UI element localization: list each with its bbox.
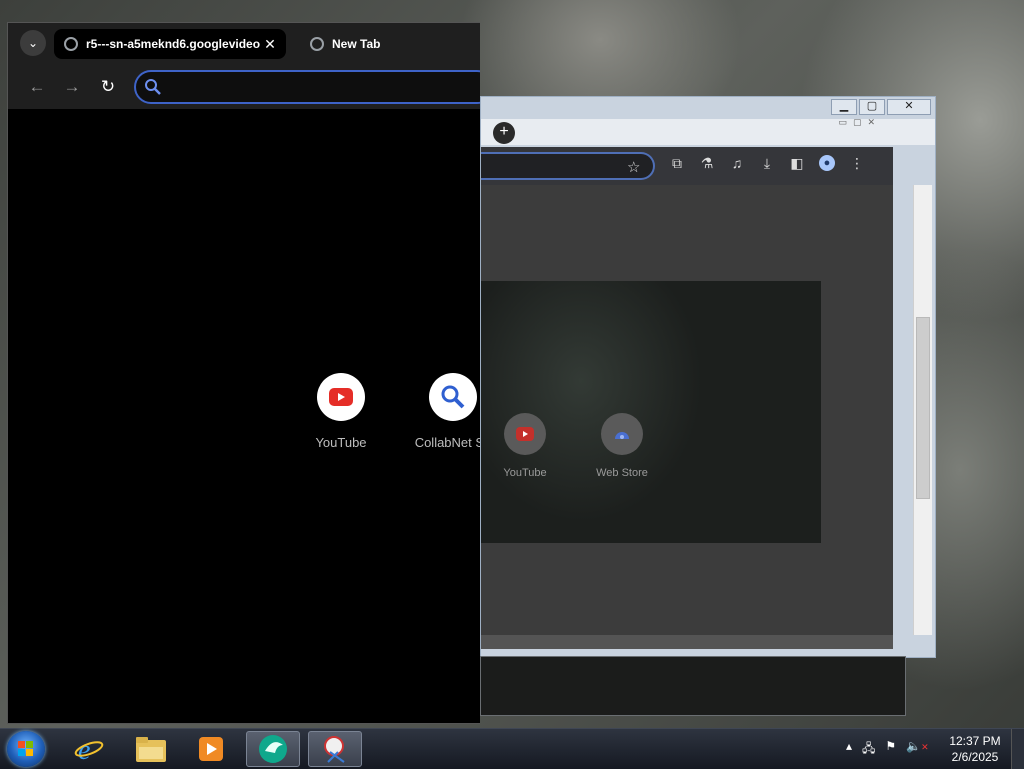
shortcut-web-store[interactable]: Web Store (587, 413, 657, 479)
new-tab-button[interactable]: + (493, 122, 515, 144)
webstore-icon (601, 413, 643, 455)
search-icon (429, 373, 477, 421)
shortcut-label: CollabNet Se (414, 435, 480, 450)
action-center-flag-icon[interactable]: ⚑ (885, 739, 896, 760)
back-arrow-icon[interactable]: ← (26, 77, 48, 99)
video-overlay (481, 281, 821, 543)
chevron-down-icon: ⌄ (27, 36, 39, 50)
toolbar-icons: ⧉ ⚗ ♫ ⤓ ◧ ● ⋮ (669, 155, 865, 171)
media-player-icon (199, 737, 223, 761)
browser-taskbar-button[interactable] (246, 731, 300, 767)
close-icon[interactable]: ✕ (867, 117, 875, 128)
media-control-icon[interactable]: ♫ (729, 155, 745, 171)
clock-time: 12:37 PM (949, 734, 1001, 748)
system-tray: ▴ 🖧 ⚑ 🔈✕ (846, 739, 929, 760)
tab-googlevideo[interactable]: r5---sn-a5meknd6.googlevideo ✕ (54, 29, 286, 59)
maximize-button[interactable]: ▢ (859, 99, 885, 115)
address-bar[interactable]: ☆ (481, 152, 655, 180)
background-window-footer (480, 656, 906, 716)
close-tab-icon[interactable]: ✕ (260, 36, 280, 53)
toolbar: ☆ ⧉ ⚗ ♫ ⤓ ◧ ● ⋮ (481, 147, 893, 185)
horizontal-scrollbar[interactable] (481, 635, 893, 649)
snipping-tool-icon (324, 736, 345, 763)
search-icon (144, 78, 162, 101)
shortcut-collabnet[interactable]: CollabNet Se (408, 373, 480, 450)
new-tab-page: YouTube Web Store (481, 185, 893, 635)
extensions-icon[interactable]: ⧉ (669, 155, 685, 171)
internet-explorer-icon: e (74, 735, 104, 764)
shortcut-label: YouTube (503, 467, 547, 479)
show-hidden-icons-icon[interactable]: ▴ (846, 739, 852, 760)
minimize-button[interactable]: ▁ (831, 99, 857, 115)
minimize-icon[interactable]: ▭ (838, 117, 847, 128)
clock[interactable]: 12:37 PM 2/6/2025 (940, 733, 1010, 765)
forward-arrow-icon[interactable]: → (61, 77, 83, 99)
network-icon[interactable]: 🖧 (862, 739, 875, 760)
shortcut-youtube[interactable]: YouTube (296, 373, 386, 450)
globe-icon (64, 37, 78, 51)
vertical-scrollbar[interactable] (913, 185, 932, 635)
youtube-icon (317, 373, 365, 421)
window-caption-buttons: ▁ ▢ ✕ (831, 99, 931, 115)
snipping-tool-taskbar-button[interactable] (308, 731, 362, 767)
internet-explorer-taskbar-button[interactable]: e (62, 731, 116, 767)
tab-search-button[interactable]: ⌄ (20, 30, 46, 56)
reload-icon[interactable]: ↻ (97, 77, 119, 99)
toolbar: ← → ↻ (8, 65, 480, 109)
file-explorer-taskbar-button[interactable] (124, 731, 178, 767)
labs-flask-icon[interactable]: ⚗ (699, 155, 715, 171)
start-button[interactable] (7, 731, 45, 767)
folder-icon (136, 737, 166, 762)
volume-muted-icon[interactable]: 🔈✕ (906, 739, 929, 760)
shortcut-youtube[interactable]: YouTube (490, 413, 560, 479)
browser-window[interactable]: ⌄ r5---sn-a5meknd6.googlevideo ✕ New Tab… (7, 22, 480, 724)
shortcut-label: Web Store (596, 467, 648, 479)
show-desktop-button[interactable] (1011, 729, 1024, 769)
menu-kebab-icon[interactable]: ⋮ (849, 155, 865, 171)
address-bar[interactable] (134, 70, 480, 104)
tab-strip: ⌄ r5---sn-a5meknd6.googlevideo ✕ New Tab (8, 23, 480, 65)
taskbar: e ▴ 🖧 ⚑ 🔈✕ 12:37 PM 2/6/2025 (0, 728, 1024, 769)
background-browser-window[interactable]: ▁ ▢ ✕ + ▭ ▢ ✕ ☆ ⧉ ⚗ ♫ ⤓ ◧ ● ⋮ YouTube We… (480, 96, 936, 658)
omnibox-input[interactable] (170, 76, 474, 100)
windows-logo-icon (18, 741, 34, 757)
svg-text:e: e (78, 735, 90, 764)
bookmark-star-icon[interactable]: ☆ (627, 158, 640, 176)
tab-new-tab[interactable]: New Tab (300, 29, 470, 59)
inner-caption-buttons: ▭ ▢ ✕ (838, 117, 875, 128)
youtube-icon (504, 413, 546, 455)
browser-icon (259, 735, 287, 763)
scrollbar-thumb[interactable] (916, 317, 930, 499)
side-panel-icon[interactable]: ◧ (789, 155, 805, 171)
tab-title: New Tab (332, 37, 381, 51)
tab-title: r5---sn-a5meknd6.googlevideo (86, 37, 260, 51)
globe-icon (310, 37, 324, 51)
clock-date: 2/6/2025 (951, 750, 999, 764)
maximize-icon[interactable]: ▢ (853, 117, 862, 128)
media-player-taskbar-button[interactable] (184, 731, 238, 767)
close-button[interactable]: ✕ (887, 99, 931, 115)
shortcut-label: YouTube (315, 435, 367, 450)
download-icon[interactable]: ⤓ (759, 155, 775, 171)
profile-avatar-icon[interactable]: ● (819, 155, 835, 171)
